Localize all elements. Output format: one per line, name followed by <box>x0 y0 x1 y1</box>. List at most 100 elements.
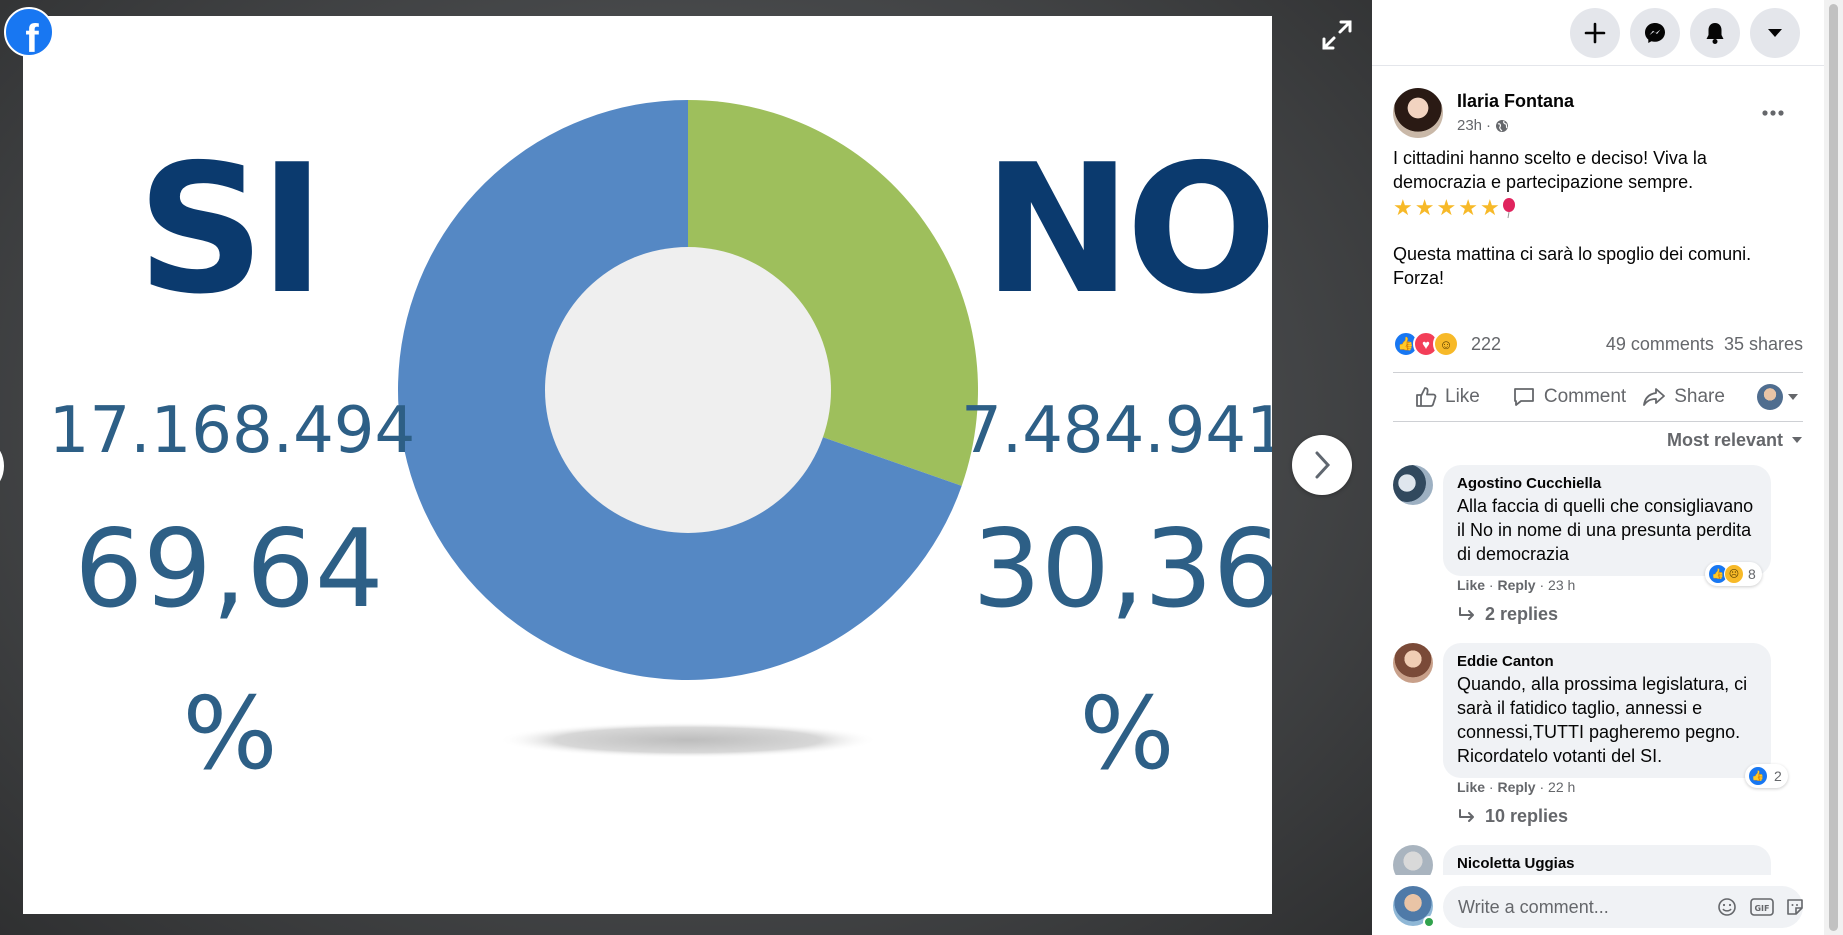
star-emoji-icon: ★ <box>1393 195 1413 220</box>
comment-meta: Like · Reply · 22 h <box>1457 779 1576 795</box>
thumbs-up-icon <box>1416 387 1437 407</box>
sad-reaction-icon: ☹ <box>1724 564 1744 584</box>
post-actions: Like Comment Share <box>1393 372 1803 422</box>
emoji-row: ★ ★ ★ ★ ★ <box>1393 194 1803 222</box>
share-arrow-icon <box>1643 388 1666 406</box>
comment-button[interactable]: Comment <box>1504 377 1634 417</box>
online-status-dot <box>1423 916 1435 928</box>
gif-icon[interactable]: GIF <box>1749 896 1775 918</box>
photo-viewer: SI NO 17.168.494 7.484.941 69,64 30,36 %… <box>0 0 1372 935</box>
commenter-name[interactable]: Agostino Cucchiella <box>1457 475 1757 492</box>
sticker-icon[interactable] <box>1784 896 1806 918</box>
commenter-avatar[interactable] <box>1393 643 1433 683</box>
gif-label: GIF <box>1754 904 1769 913</box>
post-side-panel: Ilaria Fontana 23h · I cittadini hanno s… <box>1372 0 1824 935</box>
comment-reaction-count: 2 <box>1774 768 1782 784</box>
comment-text: Alla faccia di quelli che consigliavano … <box>1457 496 1754 564</box>
notifications-button[interactable] <box>1690 8 1740 58</box>
plus-icon <box>1584 22 1606 44</box>
comment-like-link[interactable]: Like <box>1457 779 1485 795</box>
messenger-button[interactable] <box>1630 8 1680 58</box>
comment-meta: Like · Reply · 23 h <box>1457 577 1576 593</box>
care-reaction-icon[interactable]: ☺ <box>1433 331 1459 357</box>
star-emoji-icon: ★ <box>1436 195 1457 220</box>
messenger-icon <box>1645 23 1665 43</box>
comment-reactions[interactable]: 👍 2 <box>1745 764 1788 788</box>
post-photo[interactable]: SI NO 17.168.494 7.484.941 69,64 30,36 %… <box>23 16 1272 914</box>
author-avatar[interactable] <box>1393 88 1443 138</box>
post-text-line-2: Questa mattina ci sarà lo spoglio dei co… <box>1393 244 1752 288</box>
next-photo-button[interactable] <box>1292 435 1352 495</box>
no-percent-sign: % <box>1079 675 1174 792</box>
no-label: NO <box>983 126 1271 333</box>
comment-bubble: Nicoletta Uggias <box>1443 845 1771 875</box>
comment-sort-selector[interactable]: Most relevant <box>1393 428 1803 452</box>
no-percent: 30,36 <box>972 507 1272 632</box>
top-bar <box>1372 0 1824 66</box>
comment-like-link[interactable]: Like <box>1457 577 1485 593</box>
replies-count: 2 replies <box>1485 604 1559 624</box>
post-options-button[interactable] <box>1755 98 1791 128</box>
reactions-summary: 👍 ♥ ☺ 222 49 comments 35 shares <box>1393 330 1803 358</box>
reply-arrow-icon <box>1459 606 1474 620</box>
comment-button-label: Comment <box>1543 386 1627 407</box>
star-emoji-icon: ★ <box>1458 195 1478 220</box>
post-body: I cittadini hanno scelto e deciso! Viva … <box>1393 146 1803 290</box>
replies-count: 10 replies <box>1485 806 1569 826</box>
commenter-avatar[interactable] <box>1393 845 1433 875</box>
comment-reply-link[interactable]: Reply <box>1497 779 1535 795</box>
react-as-selector[interactable] <box>1757 384 1799 410</box>
post-timestamp[interactable]: 23h · <box>1457 117 1509 134</box>
caret-down-icon <box>1768 29 1782 37</box>
page-scrollbar[interactable] <box>1824 0 1843 935</box>
view-replies-link[interactable]: 2 replies <box>1457 604 1558 625</box>
emoji-picker-icon[interactable] <box>1716 896 1738 918</box>
sort-label: Most relevant <box>1666 429 1783 450</box>
comment-text: Quando, alla prossima legislatura, ci sa… <box>1457 674 1748 766</box>
balloon-emoji-icon <box>1502 198 1515 219</box>
globe-icon <box>1496 119 1509 132</box>
like-reaction-icon: 👍 <box>1748 766 1768 786</box>
account-menu-button[interactable] <box>1750 8 1800 58</box>
author-name[interactable]: Ilaria Fontana <box>1457 91 1574 112</box>
comment-bubble-icon <box>1513 388 1534 406</box>
si-label: SI <box>137 126 319 333</box>
comment-bubble: Eddie Canton Quando, alla prossima legis… <box>1443 643 1771 778</box>
scrollbar-thumb[interactable] <box>1829 4 1838 931</box>
bell-icon <box>1706 23 1724 44</box>
post-header: Ilaria Fontana 23h · <box>1393 88 1803 140</box>
caret-down-icon <box>1788 394 1798 400</box>
chart-shadow <box>498 722 878 758</box>
comment-time[interactable]: 23 h <box>1548 577 1575 593</box>
comment-reactions[interactable]: 👍 ☹ 8 <box>1705 562 1762 586</box>
post-time-text: 23h <box>1457 117 1483 134</box>
star-emoji-icon: ★ <box>1414 195 1435 220</box>
profile-mini-avatar <box>1757 384 1783 410</box>
donut-hole <box>545 247 831 533</box>
more-horizontal-icon <box>1762 110 1784 116</box>
no-votes: 7.484.941 <box>961 394 1272 468</box>
comment-bubble: Agostino Cucchiella Alla faccia di quell… <box>1443 465 1771 576</box>
post-text-line-1: I cittadini hanno scelto e deciso! Viva … <box>1393 148 1707 192</box>
reaction-count[interactable]: 222 <box>1471 334 1501 355</box>
create-button[interactable] <box>1570 8 1620 58</box>
shares-count[interactable]: 35 shares <box>1724 334 1803 355</box>
comment-reply-link[interactable]: Reply <box>1497 577 1535 593</box>
like-button[interactable]: Like <box>1407 377 1488 417</box>
si-percent: 69,64 <box>74 507 383 632</box>
comment-item: Nicoletta Uggias <box>1393 845 1803 875</box>
star-emoji-icon: ★ <box>1479 195 1500 220</box>
comment-time[interactable]: 22 h <box>1548 779 1575 795</box>
si-votes: 17.168.494 <box>49 394 415 468</box>
like-button-label: Like <box>1445 386 1480 407</box>
comments-count[interactable]: 49 comments <box>1606 334 1714 355</box>
fullscreen-expand-icon[interactable] <box>1320 18 1354 52</box>
caret-down-icon <box>1792 437 1802 443</box>
commenter-avatar[interactable] <box>1393 465 1433 505</box>
facebook-logo-icon[interactable]: f <box>4 7 54 57</box>
share-button[interactable]: Share <box>1634 377 1733 417</box>
share-button-label: Share <box>1674 386 1725 407</box>
commenter-name[interactable]: Nicoletta Uggias <box>1457 855 1757 872</box>
view-replies-link[interactable]: 10 replies <box>1457 806 1568 827</box>
commenter-name[interactable]: Eddie Canton <box>1457 653 1757 670</box>
